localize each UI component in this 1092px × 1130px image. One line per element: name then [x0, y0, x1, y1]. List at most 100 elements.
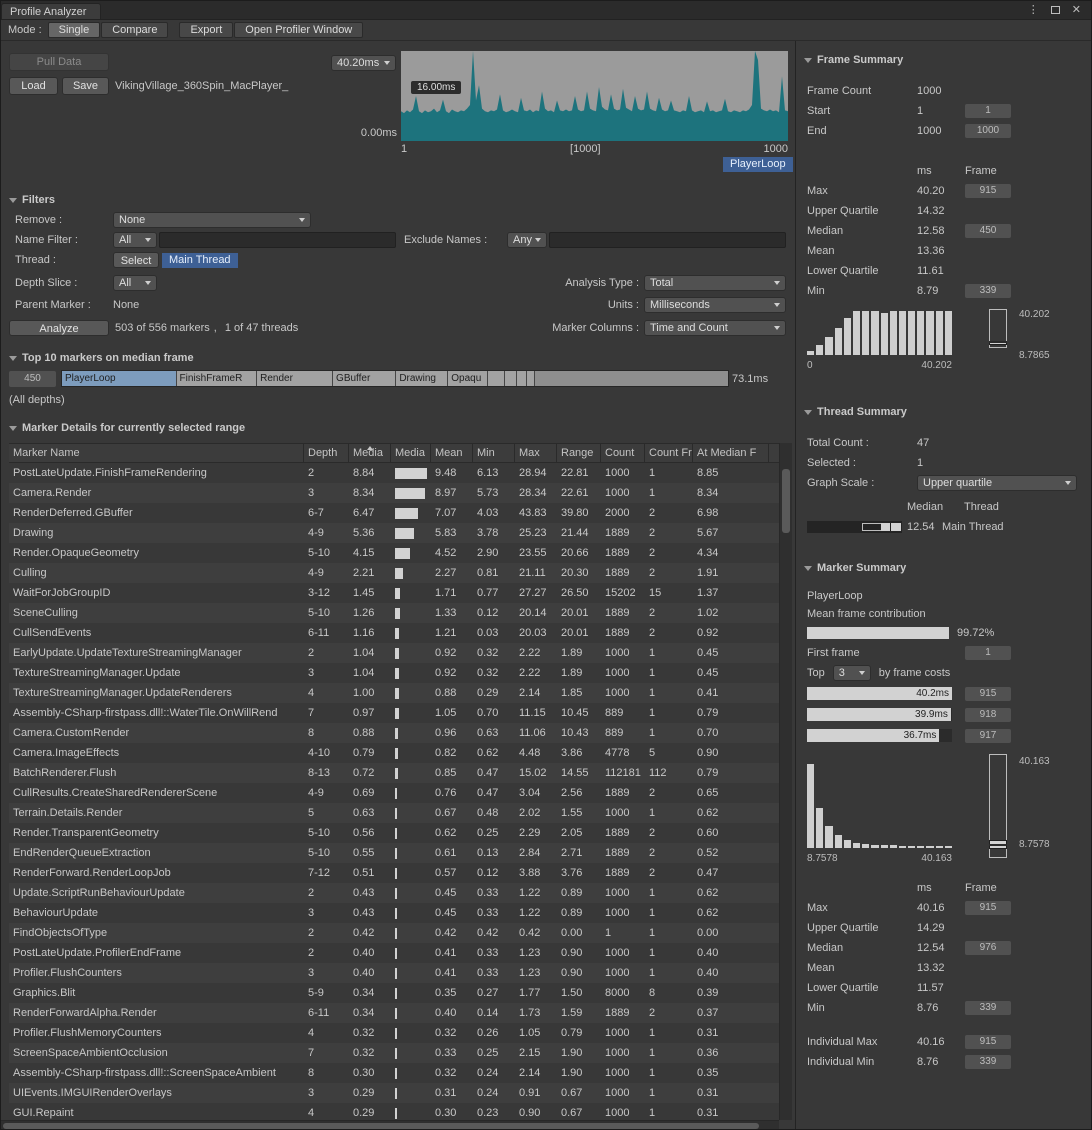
top10-segment[interactable]: GBuffer [333, 371, 396, 386]
table-row[interactable]: BatchRenderer.Flush8-130.720.850.4715.02… [9, 763, 779, 783]
table-row[interactable]: Assembly-CSharp-firstpass.dll!::ScreenSp… [9, 1063, 779, 1083]
analysis-type-dropdown[interactable]: Total [644, 275, 786, 291]
foldout-icon[interactable] [804, 58, 812, 63]
table-row[interactable]: Camera.CustomRender80.880.960.6311.0610.… [9, 723, 779, 743]
top10-segment[interactable]: Render [257, 371, 333, 386]
load-button[interactable]: Load [9, 77, 58, 95]
graph-scale-dropdown[interactable]: Upper quartile [917, 475, 1077, 491]
table-row[interactable]: PostLateUpdate.ProfilerEndFrame20.400.41… [9, 943, 779, 963]
open-profiler-window-button[interactable]: Open Profiler Window [234, 22, 363, 38]
table-row[interactable]: EndRenderQueueExtraction5-100.550.610.13… [9, 843, 779, 863]
depth-slice-dropdown[interactable]: All [113, 275, 157, 291]
frame-badge[interactable]: 339 [965, 1055, 1011, 1069]
close-icon[interactable]: ✕ [1072, 5, 1081, 16]
frame-scale-dropdown[interactable]: 40.20ms [331, 55, 396, 71]
foldout-icon[interactable] [804, 566, 812, 571]
foldout-icon[interactable] [9, 426, 17, 431]
table-row[interactable]: Camera.ImageEffects4-100.790.820.624.483… [9, 743, 779, 763]
thread-select-button[interactable]: Select [113, 252, 159, 268]
frame-badge[interactable]: 1 [965, 646, 1011, 660]
frame-badge[interactable]: 339 [965, 1001, 1011, 1015]
save-button[interactable]: Save [62, 77, 109, 95]
table-row[interactable]: CullSendEvents6-111.161.210.0320.0320.01… [9, 623, 779, 643]
column-header[interactable]: Depth [304, 444, 349, 462]
top10-segment[interactable] [505, 371, 518, 386]
table-row[interactable]: RenderForward.RenderLoopJob7-120.510.570… [9, 863, 779, 883]
column-header[interactable]: Max [515, 444, 557, 462]
scrollbar-thumb[interactable] [3, 1123, 759, 1129]
table-row[interactable]: Render.OpaqueGeometry5-104.154.522.9023.… [9, 543, 779, 563]
mode-tab-compare[interactable]: Compare [101, 22, 168, 38]
table-row[interactable]: Profiler.FlushCounters30.400.410.331.230… [9, 963, 779, 983]
export-button[interactable]: Export [179, 22, 233, 38]
table-row[interactable]: Profiler.FlushMemoryCounters40.320.320.2… [9, 1023, 779, 1043]
frame-badge[interactable]: 976 [965, 941, 1011, 955]
table-row[interactable]: FindObjectsOfType20.420.420.420.420.0011… [9, 923, 779, 943]
exclude-mode-dropdown[interactable]: Any [507, 232, 547, 248]
frame-badge[interactable]: 915 [965, 901, 1011, 915]
exclude-names-input[interactable] [549, 232, 786, 248]
table-row[interactable]: Graphics.Blit5-90.340.350.271.771.508000… [9, 983, 779, 1003]
top-count-dropdown[interactable]: 3 [833, 665, 871, 681]
table-row[interactable]: Culling4-92.212.270.8121.1120.30188921.9… [9, 563, 779, 583]
remove-dropdown[interactable]: None [113, 212, 311, 228]
frame-badge[interactable]: 1000 [965, 124, 1011, 138]
top10-segment[interactable]: Opaqu [448, 371, 487, 386]
top10-segment[interactable] [488, 371, 505, 386]
name-filter-input[interactable] [159, 232, 396, 248]
column-header[interactable]: Media [349, 444, 391, 462]
top10-segment[interactable]: FinishFrameR [177, 371, 258, 386]
table-row[interactable]: GUI.Repaint40.290.300.230.900.67100010.3… [9, 1103, 779, 1120]
marker-columns-dropdown[interactable]: Time and Count [644, 320, 786, 336]
table-row[interactable]: RenderForwardAlpha.Render6-110.340.400.1… [9, 1003, 779, 1023]
table-row[interactable]: Terrain.Details.Render50.630.670.482.021… [9, 803, 779, 823]
top10-segment[interactable]: Drawing [396, 371, 448, 386]
table-row[interactable]: UIEvents.IMGUIRenderOverlays30.290.310.2… [9, 1083, 779, 1103]
vertical-scrollbar[interactable] [779, 443, 792, 1120]
column-header[interactable]: Marker Name [9, 444, 304, 462]
table-row[interactable]: WaitForJobGroupID3-121.451.710.7727.2726… [9, 583, 779, 603]
table-row[interactable]: Update.ScriptRunBehaviourUpdate20.430.45… [9, 883, 779, 903]
table-row[interactable]: Render.TransparentGeometry5-100.560.620.… [9, 823, 779, 843]
table-row[interactable]: BehaviourUpdate30.430.450.331.220.891000… [9, 903, 779, 923]
table-row[interactable]: PostLateUpdate.FinishFrameRendering28.84… [9, 463, 779, 483]
table-row[interactable]: EarlyUpdate.UpdateTextureStreamingManage… [9, 643, 779, 663]
frame-badge[interactable]: 915 [965, 687, 1011, 701]
scrollbar-thumb[interactable] [782, 469, 790, 533]
frame-time-chart[interactable]: 16.00ms [401, 51, 788, 141]
table-row[interactable]: TextureStreamingManager.UpdateRenderers4… [9, 683, 779, 703]
pull-data-button[interactable]: Pull Data [9, 53, 109, 71]
frame-badge[interactable]: 918 [965, 708, 1011, 722]
column-header[interactable]: Count Fra [645, 444, 693, 462]
column-header[interactable]: Media [391, 444, 431, 462]
analyze-button[interactable]: Analyze [9, 320, 109, 336]
name-filter-mode-dropdown[interactable]: All [113, 232, 157, 248]
column-header[interactable]: Mean [431, 444, 473, 462]
column-header[interactable]: At Median F [693, 444, 769, 462]
table-row[interactable]: SceneCulling5-101.261.330.1220.1420.0118… [9, 603, 779, 623]
column-header[interactable]: Range [557, 444, 601, 462]
table-row[interactable]: Assembly-CSharp-firstpass.dll!::WaterTil… [9, 703, 779, 723]
foldout-icon[interactable] [9, 356, 17, 361]
tab-profile-analyzer[interactable]: Profile Analyzer [1, 3, 101, 19]
table-row[interactable]: CullResults.CreateSharedRendererScene4-9… [9, 783, 779, 803]
median-frame-badge[interactable]: 450 [9, 371, 56, 387]
foldout-icon[interactable] [804, 410, 812, 415]
maximize-icon[interactable] [1051, 6, 1060, 14]
frame-badge[interactable]: 450 [965, 224, 1011, 238]
frame-badge[interactable]: 339 [965, 284, 1011, 298]
table-row[interactable]: RenderDeferred.GBuffer6-76.477.074.0343.… [9, 503, 779, 523]
menu-icon[interactable]: ⋮ [1028, 5, 1039, 16]
column-header[interactable]: Count [601, 444, 645, 462]
frame-badge[interactable]: 1 [965, 104, 1011, 118]
column-header[interactable]: Min [473, 444, 515, 462]
units-dropdown[interactable]: Milliseconds [644, 297, 786, 313]
foldout-icon[interactable] [9, 198, 17, 203]
table-row[interactable]: ScreenSpaceAmbientOcclusion70.320.330.25… [9, 1043, 779, 1063]
table-row[interactable]: TextureStreamingManager.Update31.040.920… [9, 663, 779, 683]
thread-selection[interactable]: Main Thread [162, 253, 238, 268]
frame-badge[interactable]: 915 [965, 1035, 1011, 1049]
mode-tab-single[interactable]: Single [48, 22, 101, 38]
top10-segment[interactable]: PlayerLoop [62, 371, 177, 386]
frame-badge[interactable]: 917 [965, 729, 1011, 743]
